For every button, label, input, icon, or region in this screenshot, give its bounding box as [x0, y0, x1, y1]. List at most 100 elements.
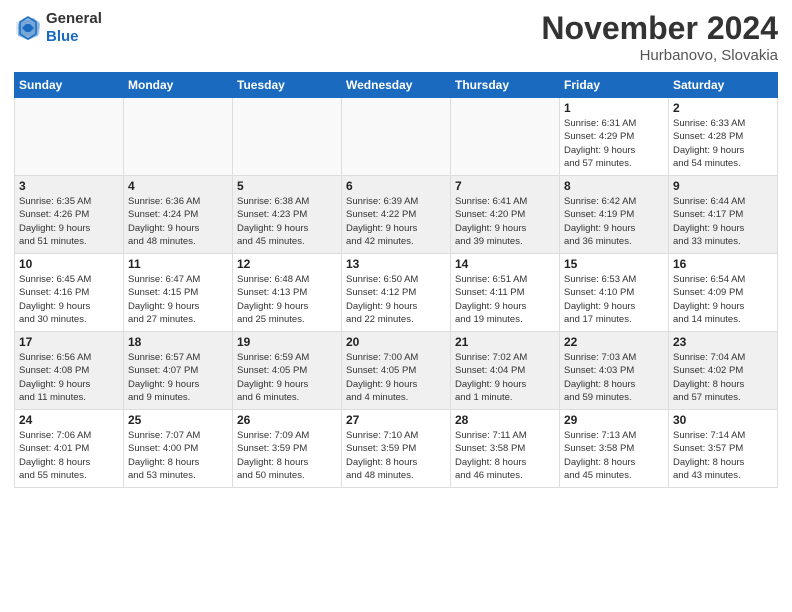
- day-number: 27: [346, 413, 446, 427]
- table-cell: 5Sunrise: 6:38 AM Sunset: 4:23 PM Daylig…: [233, 176, 342, 254]
- day-info: Sunrise: 6:47 AM Sunset: 4:15 PM Dayligh…: [128, 273, 228, 326]
- day-number: 10: [19, 257, 119, 271]
- day-info: Sunrise: 7:03 AM Sunset: 4:03 PM Dayligh…: [564, 351, 664, 404]
- day-info: Sunrise: 7:07 AM Sunset: 4:00 PM Dayligh…: [128, 429, 228, 482]
- col-sunday: Sunday: [15, 73, 124, 98]
- day-number: 6: [346, 179, 446, 193]
- day-info: Sunrise: 6:53 AM Sunset: 4:10 PM Dayligh…: [564, 273, 664, 326]
- col-tuesday: Tuesday: [233, 73, 342, 98]
- table-cell: 21 Sunrise: 7:02 AM Sunset: 4:04 PM Dayli…: [451, 332, 560, 410]
- table-cell: [15, 98, 124, 176]
- calendar-container: General Blue November 2024 Hurbanovo, Sl…: [0, 0, 792, 496]
- logo-general: General: [46, 10, 102, 28]
- table-cell: 15Sunrise: 6:53 AM Sunset: 4:10 PM Dayli…: [560, 254, 669, 332]
- day-info: Sunrise: 6:41 AM Sunset: 4:20 PM Dayligh…: [455, 195, 555, 248]
- day-info: Sunrise: 6:57 AM Sunset: 4:07 PM Dayligh…: [128, 351, 228, 404]
- day-number: 21: [455, 335, 555, 349]
- day-number: 26: [237, 413, 337, 427]
- day-number: 8: [564, 179, 664, 193]
- day-number: 28: [455, 413, 555, 427]
- day-number: 18: [128, 335, 228, 349]
- day-number: 2: [673, 101, 773, 115]
- table-cell: 23Sunrise: 7:04 AM Sunset: 4:02 PM Dayli…: [669, 332, 778, 410]
- day-number: 7: [455, 179, 555, 193]
- table-cell: [451, 98, 560, 176]
- day-number: 4: [128, 179, 228, 193]
- table-row: 1 Sunrise: 6:31 AM Sunset: 4:29 PM Daylig…: [15, 98, 778, 176]
- table-cell: 14Sunrise: 6:51 AM Sunset: 4:11 PM Dayli…: [451, 254, 560, 332]
- day-info: Sunrise: 6:33 AM Sunset: 4:28 PM Dayligh…: [673, 117, 773, 170]
- table-cell: 10 Sunrise: 6:45 AM Sunset: 4:16 PM Dayli…: [15, 254, 124, 332]
- day-info: Sunrise: 6:48 AM Sunset: 4:13 PM Dayligh…: [237, 273, 337, 326]
- day-number: 30: [673, 413, 773, 427]
- logo-icon: [14, 14, 42, 42]
- day-info: Sunrise: 6:39 AM Sunset: 4:22 PM Dayligh…: [346, 195, 446, 248]
- table-cell: 3Sunrise: 6:35 AM Sunset: 4:26 PM Daylig…: [15, 176, 124, 254]
- day-number: 23: [673, 335, 773, 349]
- location: Hurbanovo, Slovakia: [541, 47, 778, 64]
- day-number: 29: [564, 413, 664, 427]
- table-cell: 20 Sunrise: 7:00 AM Sunset: 4:05 PM Dayli…: [342, 332, 451, 410]
- table-cell: 17Sunrise: 6:56 AM Sunset: 4:08 PM Dayli…: [15, 332, 124, 410]
- table-cell: 29 Sunrise: 7:13 AM Sunset: 3:58 PM Dayli…: [560, 410, 669, 488]
- day-info: Sunrise: 7:02 AM Sunset: 4:04 PM Dayligh…: [455, 351, 555, 404]
- day-number: 13: [346, 257, 446, 271]
- table-cell: [124, 98, 233, 176]
- table-row: 10 Sunrise: 6:45 AM Sunset: 4:16 PM Dayli…: [15, 254, 778, 332]
- table-cell: 13 Sunrise: 6:50 AM Sunset: 4:12 PM Dayli…: [342, 254, 451, 332]
- table-cell: 1 Sunrise: 6:31 AM Sunset: 4:29 PM Daylig…: [560, 98, 669, 176]
- table-cell: 16 Sunrise: 6:54 AM Sunset: 4:09 PM Dayli…: [669, 254, 778, 332]
- table-row: 24 Sunrise: 7:06 AM Sunset: 4:01 PM Dayli…: [15, 410, 778, 488]
- table-cell: 8 Sunrise: 6:42 AM Sunset: 4:19 PM Daylig…: [560, 176, 669, 254]
- table-cell: 22 Sunrise: 7:03 AM Sunset: 4:03 PM Dayli…: [560, 332, 669, 410]
- table-cell: 7 Sunrise: 6:41 AM Sunset: 4:20 PM Daylig…: [451, 176, 560, 254]
- day-info: Sunrise: 6:51 AM Sunset: 4:11 PM Dayligh…: [455, 273, 555, 326]
- day-info: Sunrise: 6:45 AM Sunset: 4:16 PM Dayligh…: [19, 273, 119, 326]
- table-cell: 28 Sunrise: 7:11 AM Sunset: 3:58 PM Dayli…: [451, 410, 560, 488]
- day-info: Sunrise: 7:13 AM Sunset: 3:58 PM Dayligh…: [564, 429, 664, 482]
- day-info: Sunrise: 6:42 AM Sunset: 4:19 PM Dayligh…: [564, 195, 664, 248]
- table-row: 3Sunrise: 6:35 AM Sunset: 4:26 PM Daylig…: [15, 176, 778, 254]
- day-info: Sunrise: 6:54 AM Sunset: 4:09 PM Dayligh…: [673, 273, 773, 326]
- day-info: Sunrise: 7:06 AM Sunset: 4:01 PM Dayligh…: [19, 429, 119, 482]
- day-info: Sunrise: 6:31 AM Sunset: 4:29 PM Dayligh…: [564, 117, 664, 170]
- table-row: 17Sunrise: 6:56 AM Sunset: 4:08 PM Dayli…: [15, 332, 778, 410]
- table-cell: 9Sunrise: 6:44 AM Sunset: 4:17 PM Daylig…: [669, 176, 778, 254]
- day-number: 11: [128, 257, 228, 271]
- col-saturday: Saturday: [669, 73, 778, 98]
- day-number: 1: [564, 101, 664, 115]
- col-monday: Monday: [124, 73, 233, 98]
- col-wednesday: Wednesday: [342, 73, 451, 98]
- table-cell: 12 Sunrise: 6:48 AM Sunset: 4:13 PM Dayli…: [233, 254, 342, 332]
- table-cell: 18 Sunrise: 6:57 AM Sunset: 4:07 PM Dayli…: [124, 332, 233, 410]
- day-info: Sunrise: 6:35 AM Sunset: 4:26 PM Dayligh…: [19, 195, 119, 248]
- day-number: 9: [673, 179, 773, 193]
- day-info: Sunrise: 6:36 AM Sunset: 4:24 PM Dayligh…: [128, 195, 228, 248]
- day-info: Sunrise: 6:38 AM Sunset: 4:23 PM Dayligh…: [237, 195, 337, 248]
- table-cell: 11 Sunrise: 6:47 AM Sunset: 4:15 PM Dayli…: [124, 254, 233, 332]
- logo-text: General Blue: [46, 10, 102, 46]
- table-cell: 2 Sunrise: 6:33 AM Sunset: 4:28 PM Daylig…: [669, 98, 778, 176]
- col-friday: Friday: [560, 73, 669, 98]
- day-number: 16: [673, 257, 773, 271]
- day-number: 17: [19, 335, 119, 349]
- logo-blue: Blue: [46, 28, 102, 46]
- day-number: 22: [564, 335, 664, 349]
- logo: General Blue: [14, 10, 102, 46]
- day-number: 25: [128, 413, 228, 427]
- day-info: Sunrise: 7:11 AM Sunset: 3:58 PM Dayligh…: [455, 429, 555, 482]
- month-title: November 2024: [541, 10, 778, 47]
- day-number: 24: [19, 413, 119, 427]
- day-info: Sunrise: 6:59 AM Sunset: 4:05 PM Dayligh…: [237, 351, 337, 404]
- table-cell: 24 Sunrise: 7:06 AM Sunset: 4:01 PM Dayli…: [15, 410, 124, 488]
- day-number: 19: [237, 335, 337, 349]
- day-number: 12: [237, 257, 337, 271]
- table-cell: 25 Sunrise: 7:07 AM Sunset: 4:00 PM Dayli…: [124, 410, 233, 488]
- day-number: 20: [346, 335, 446, 349]
- day-info: Sunrise: 6:50 AM Sunset: 4:12 PM Dayligh…: [346, 273, 446, 326]
- day-info: Sunrise: 7:00 AM Sunset: 4:05 PM Dayligh…: [346, 351, 446, 404]
- day-info: Sunrise: 7:14 AM Sunset: 3:57 PM Dayligh…: [673, 429, 773, 482]
- day-info: Sunrise: 7:10 AM Sunset: 3:59 PM Dayligh…: [346, 429, 446, 482]
- table-cell: 30 Sunrise: 7:14 AM Sunset: 3:57 PM Dayli…: [669, 410, 778, 488]
- calendar-table: Sunday Monday Tuesday Wednesday Thursday…: [14, 72, 778, 488]
